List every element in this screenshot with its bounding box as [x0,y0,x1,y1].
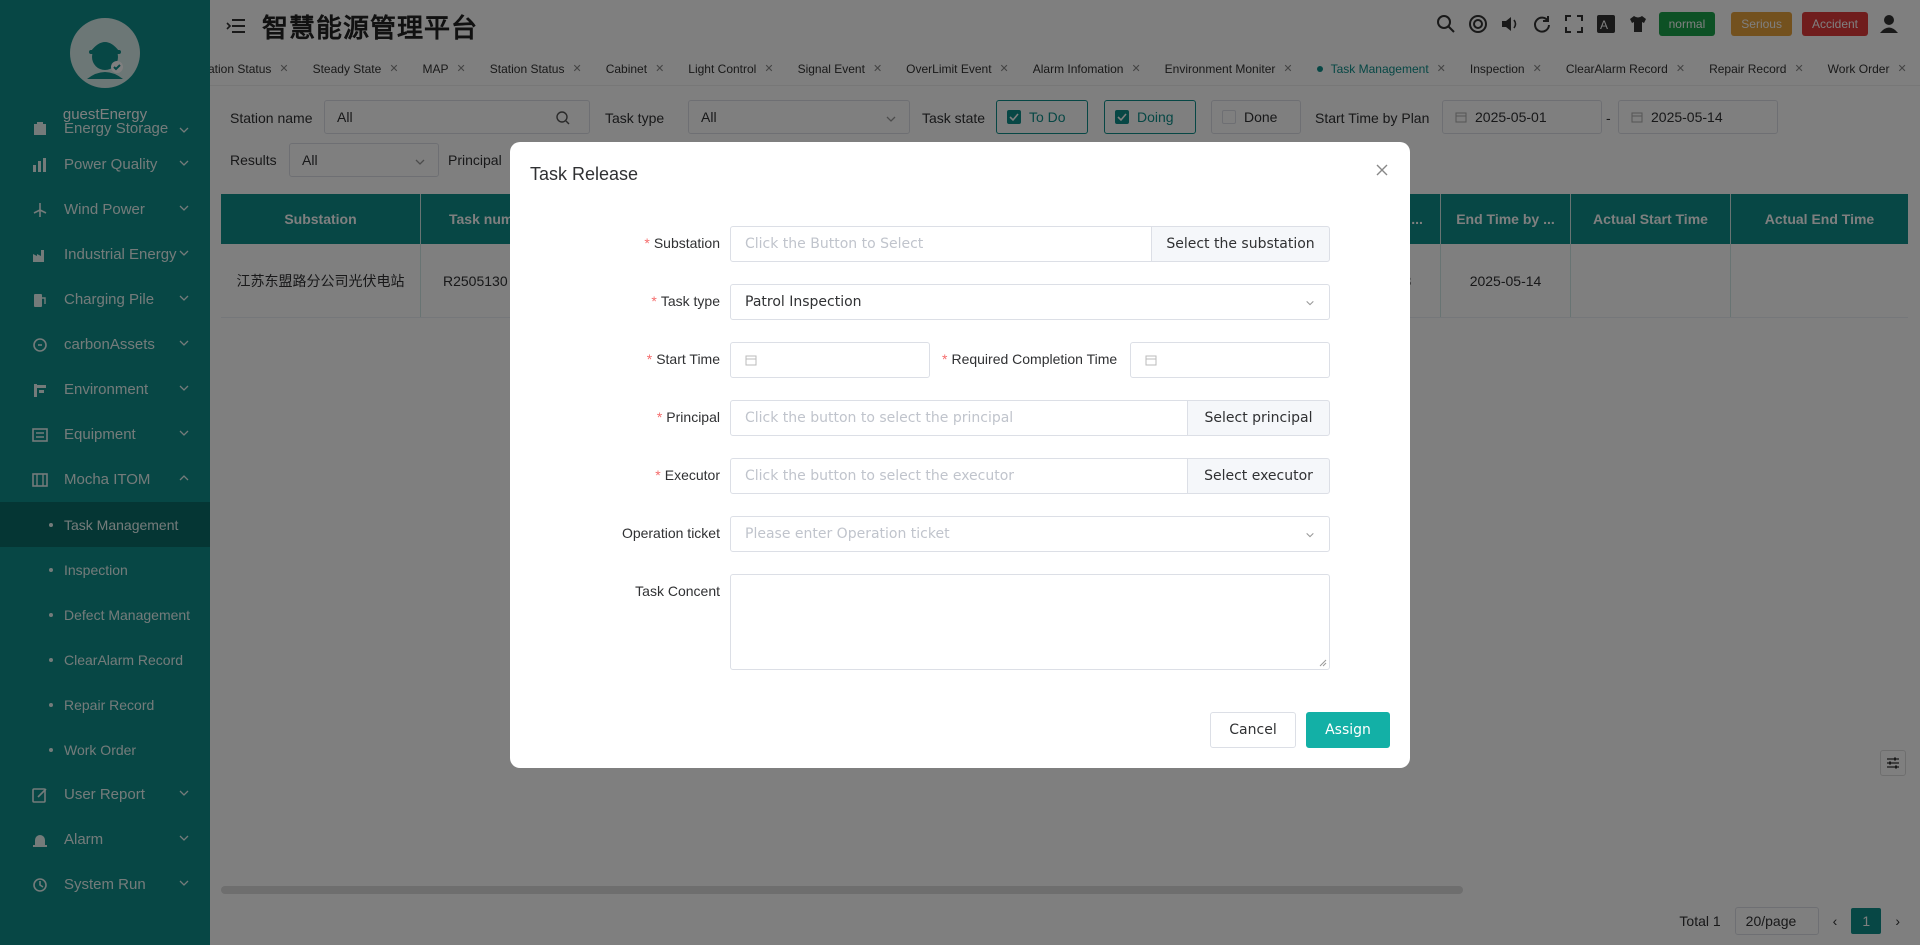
start-time-label-text: Start Time [656,351,720,367]
task-type-value: Patrol Inspection [745,294,862,310]
substation-input[interactable]: Click the Button to Select [730,226,1152,262]
required-asterisk: * [656,409,663,425]
select-principal-button[interactable]: Select principal [1187,400,1330,436]
calendar-icon [745,355,757,366]
task-type-select[interactable]: Patrol Inspection [730,284,1330,320]
substation-label: * Substation [644,235,720,251]
task-type-row: * Task type Patrol Inspection [510,284,1410,320]
chevron-down-icon [1306,532,1314,538]
required-asterisk: * [651,293,657,309]
required-completion-label-text: Required Completion Time [951,351,1118,367]
resize-handle-icon[interactable] [1319,659,1327,667]
task-content-textarea[interactable] [730,574,1330,670]
substation-label-text: Substation [653,235,720,251]
time-row: * Start Time * Required Completion Time [510,342,1410,378]
select-substation-button[interactable]: Select the substation [1151,226,1330,262]
cancel-button[interactable]: Cancel [1210,712,1296,748]
close-icon[interactable] [1372,160,1392,180]
substation-placeholder: Click the Button to Select [745,236,924,252]
start-time-picker[interactable] [730,342,930,378]
assign-button[interactable]: Assign [1306,712,1390,748]
operation-ticket-label: Operation ticket [621,525,720,541]
principal-label: * Principal [657,409,720,425]
task-content-label: Task Concent [635,583,720,599]
principal-row: * Principal Click the button to select th… [510,400,1410,436]
operation-ticket-placeholder: Please enter Operation ticket [745,526,950,542]
required-asterisk: * [644,235,650,251]
required-asterisk: * [942,351,948,367]
dialog-title: Task Release [530,164,639,184]
principal-input[interactable]: Click the button to select the principal [730,400,1188,436]
required-completion-picker[interactable] [1130,342,1330,378]
operation-ticket-select[interactable]: Please enter Operation ticket [730,516,1330,552]
required-asterisk: * [646,351,653,367]
operation-ticket-row: Operation ticket Please enter Operation … [510,516,1410,552]
task-content-row: Task Concent [510,574,1410,670]
select-executor-button[interactable]: Select executor [1187,458,1330,494]
principal-label-text: Principal [666,409,720,425]
executor-placeholder: Click the button to select the executor [745,468,1015,484]
executor-label: * Executor [655,467,720,483]
calendar-icon [1145,355,1157,366]
task-release-dialog: Task Release * Substation Click the Butto… [510,142,1410,768]
principal-placeholder: Click the button to select the principal [745,410,1014,426]
executor-row: * Executor Click the button to select the… [510,458,1410,494]
substation-row: * Substation Click the Button to Select S… [510,226,1410,262]
start-time-label: * Start Time [647,351,720,367]
task-type-label-text: Task type [660,293,720,309]
executor-label-text: Executor [664,467,720,483]
required-asterisk: * [655,467,661,483]
executor-input[interactable]: Click the button to select the executor [730,458,1188,494]
task-type-label: * Task type [651,293,720,309]
required-completion-label: * Required Completion Time [942,351,1117,367]
chevron-down-icon [1306,300,1314,306]
